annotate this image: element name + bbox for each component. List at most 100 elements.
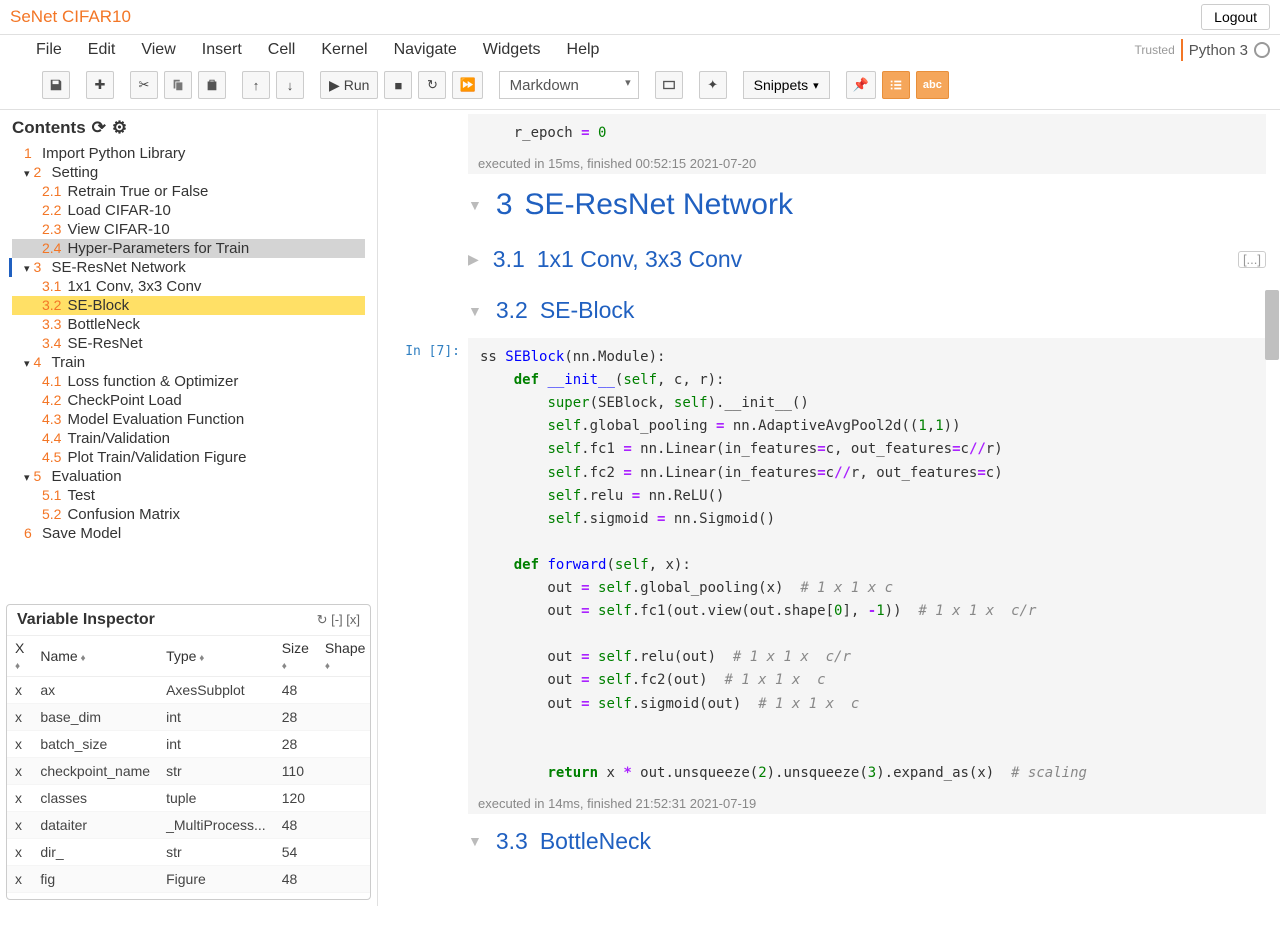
toc-item[interactable]: ▾5Evaluation (12, 467, 365, 486)
collapse-caret-icon[interactable]: ▶ (468, 251, 479, 268)
toc-item[interactable]: 3.11x1 Conv, 3x3 Conv (12, 277, 365, 296)
menu-view[interactable]: View (141, 41, 175, 59)
toc-caret-icon[interactable]: ▾ (24, 357, 30, 370)
toc-toggle-button[interactable] (882, 71, 910, 99)
trusted-label: Trusted (1135, 43, 1175, 57)
collapse-caret-icon[interactable]: ▼ (468, 303, 482, 319)
paste-button[interactable] (198, 71, 226, 99)
heading-3[interactable]: SE-ResNet Network (525, 188, 793, 221)
snippets-dropdown[interactable]: Snippets (743, 71, 830, 99)
nbextension-button[interactable]: ✦ (699, 71, 727, 99)
var-row[interactable]: xfigFigure48 (7, 866, 370, 893)
toc-item[interactable]: 5.2Confusion Matrix (12, 505, 365, 524)
heading-3-3[interactable]: BottleNeck (540, 828, 651, 854)
var-row[interactable]: xaxAxesSubplot48 (7, 677, 370, 704)
toc-item[interactable]: 2.1Retrain True or False (12, 182, 365, 201)
menu-edit[interactable]: Edit (88, 41, 116, 59)
var-row[interactable]: xdataiter_MultiProcess...48 (7, 812, 370, 839)
add-cell-button[interactable]: ✚ (86, 71, 114, 99)
heading-3-1[interactable]: 1x1 Conv, 3x3 Conv (537, 246, 742, 272)
code-input[interactable]: r_epoch = 0 (468, 114, 1266, 153)
copy-button[interactable] (164, 71, 192, 99)
toc-item[interactable]: 1Import Python Library (12, 144, 365, 163)
var-col-header[interactable]: Name (32, 636, 158, 677)
markdown-cell[interactable]: ▼ 3.2SE-Block (392, 287, 1266, 334)
toc-label: Evaluation (52, 468, 122, 485)
var-row[interactable]: xdir_str54 (7, 839, 370, 866)
menu-file[interactable]: File (36, 41, 62, 59)
toc-item[interactable]: 2.4Hyper-Parameters for Train (12, 239, 365, 258)
toc-refresh-icon[interactable]: ⟳ (92, 118, 106, 138)
toc-item[interactable]: 5.1Test (12, 486, 365, 505)
menu-navigate[interactable]: Navigate (394, 41, 457, 59)
toc-caret-icon[interactable]: ▾ (24, 262, 30, 275)
toc-num: 3.1 (42, 278, 61, 294)
restart-run-all-button[interactable]: ⏩ (452, 71, 482, 99)
menu-cell[interactable]: Cell (268, 41, 296, 59)
main-area: Contents ⟳ ⚙ 1Import Python Library▾2Set… (0, 110, 1280, 906)
var-inspector-table[interactable]: XNameTypeSizeShape xaxAxesSubplot48xbase… (7, 636, 370, 899)
collapse-caret-icon[interactable]: ▼ (468, 197, 482, 213)
heading-3-2[interactable]: SE-Block (540, 297, 635, 323)
notebook-area[interactable]: r_epoch = 0 executed in 15ms, finished 0… (378, 110, 1280, 906)
var-row[interactable]: xbatch_sizeint28 (7, 731, 370, 758)
var-col-header[interactable]: Size (274, 636, 317, 677)
toc-num: 4.2 (42, 392, 61, 408)
cut-button[interactable]: ✂ (130, 71, 158, 99)
menu-help[interactable]: Help (567, 41, 600, 59)
toc-item[interactable]: 3.2SE-Block (12, 296, 365, 315)
restart-button[interactable]: ↻ (418, 71, 446, 99)
logout-button[interactable]: Logout (1201, 4, 1270, 30)
cell-type-dropdown[interactable]: Markdown (499, 71, 639, 99)
toc-caret-icon[interactable]: ▾ (24, 167, 30, 180)
var-row[interactable]: xbase_dimint28 (7, 704, 370, 731)
toc-item[interactable]: ▾3SE-ResNet Network (9, 258, 365, 277)
var-col-header[interactable]: Type (158, 636, 274, 677)
code-input[interactable]: ss SEBlock(nn.Module): def __init__(self… (468, 338, 1266, 793)
toc-item[interactable]: 2.2Load CIFAR-10 (12, 201, 365, 220)
toc-item[interactable]: 4.1Loss function & Optimizer (12, 372, 365, 391)
var-row[interactable]: xcheckpoint_namestr110 (7, 758, 370, 785)
toc-item[interactable]: 4.3Model Evaluation Function (12, 410, 365, 429)
kernel-indicator-icon[interactable] (1254, 42, 1270, 58)
markdown-cell[interactable]: ▼ 3.3BottleNeck (392, 818, 1266, 865)
toc-num: 4 (34, 354, 46, 370)
var-inspector-toggle-button[interactable]: abc (916, 71, 949, 99)
toc-item[interactable]: 2.3View CIFAR-10 (12, 220, 365, 239)
toc-item[interactable]: 6Save Model (12, 524, 365, 543)
collapsed-indicator[interactable]: [...] (1238, 251, 1266, 268)
toc-item[interactable]: ▾4Train (12, 353, 365, 372)
kernel-name[interactable]: Python 3 (1189, 42, 1248, 59)
code-cell[interactable]: r_epoch = 0 executed in 15ms, finished 0… (392, 114, 1266, 174)
toc-item[interactable]: 4.5Plot Train/Validation Figure (12, 448, 365, 467)
menu-insert[interactable]: Insert (202, 41, 242, 59)
toc-settings-icon[interactable]: ⚙ (112, 118, 127, 138)
notebook-title[interactable]: SeNet CIFAR10 (10, 7, 131, 27)
toc-item[interactable]: 4.4Train/Validation (12, 429, 365, 448)
move-up-button[interactable]: ↑ (242, 71, 270, 99)
toc-item[interactable]: 4.2CheckPoint Load (12, 391, 365, 410)
var-row[interactable]: xclassestuple120 (7, 785, 370, 812)
toc-item[interactable]: 3.4SE-ResNet (12, 334, 365, 353)
code-cell[interactable]: In [7]: ss SEBlock(nn.Module): def __ini… (392, 338, 1266, 814)
var-inspector-actions[interactable]: ↻ [-] [x] (317, 612, 360, 628)
toc-caret-icon[interactable]: ▾ (24, 471, 30, 484)
var-col-header[interactable]: Shape (317, 636, 370, 677)
scrollbar[interactable] (1264, 110, 1280, 906)
markdown-cell[interactable]: ▼ 3SE-ResNet Network (392, 178, 1266, 232)
run-button[interactable]: ▶Run (320, 71, 378, 99)
collapse-caret-icon[interactable]: ▼ (468, 833, 482, 849)
toc-item[interactable]: ▾2Setting (12, 163, 365, 182)
move-down-button[interactable]: ↓ (276, 71, 304, 99)
command-palette-button[interactable] (655, 71, 683, 99)
var-col-header[interactable]: X (7, 636, 32, 677)
pin-button[interactable]: 📌 (846, 71, 876, 99)
save-button[interactable] (42, 71, 70, 99)
stop-button[interactable]: ■ (384, 71, 412, 99)
markdown-cell[interactable]: ▶ 3.11x1 Conv, 3x3 Conv [...] (392, 236, 1266, 283)
scroll-thumb[interactable] (1265, 290, 1279, 360)
toc-label: Import Python Library (42, 145, 185, 162)
toc-item[interactable]: 3.3BottleNeck (12, 315, 365, 334)
menu-kernel[interactable]: Kernel (321, 41, 367, 59)
menu-widgets[interactable]: Widgets (483, 41, 541, 59)
